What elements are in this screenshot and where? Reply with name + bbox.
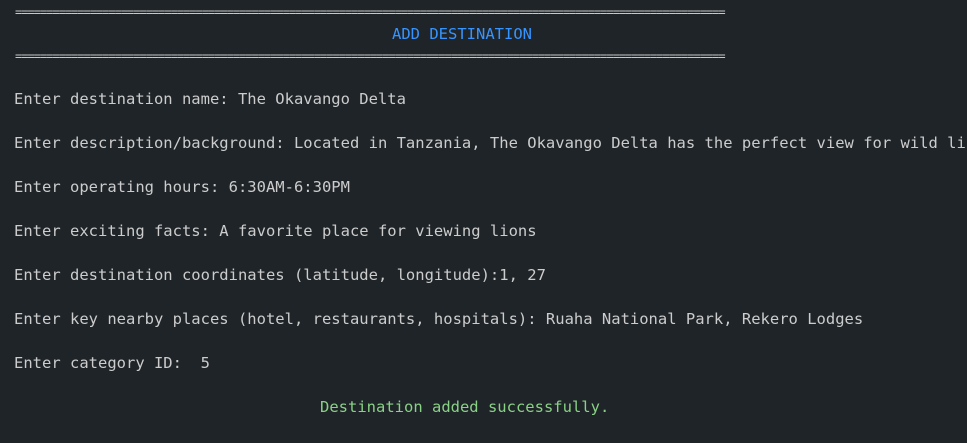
separator-rule-top: ========================================… [15, 5, 726, 19]
terminal-output: ========================================… [0, 0, 967, 443]
screen-title: ADD DESTINATION [392, 25, 532, 43]
prompt-operating-hours: Enter operating hours: 6:30AM-6:30PM [14, 178, 350, 196]
prompt-description: Enter description/background: Located in… [14, 134, 967, 152]
prompt-nearby-places: Enter key nearby places (hotel, restaura… [14, 310, 864, 328]
prompt-exciting-facts: Enter exciting facts: A favorite place f… [14, 222, 537, 240]
prompt-destination-name: Enter destination name: The Okavango Del… [14, 90, 406, 108]
prompt-category-id: Enter category ID: 5 [14, 354, 210, 372]
separator-rule-bottom: ========================================… [15, 49, 726, 63]
prompt-coordinates: Enter destination coordinates (latitude,… [14, 266, 546, 284]
success-message: Destination added successfully. [320, 398, 610, 416]
